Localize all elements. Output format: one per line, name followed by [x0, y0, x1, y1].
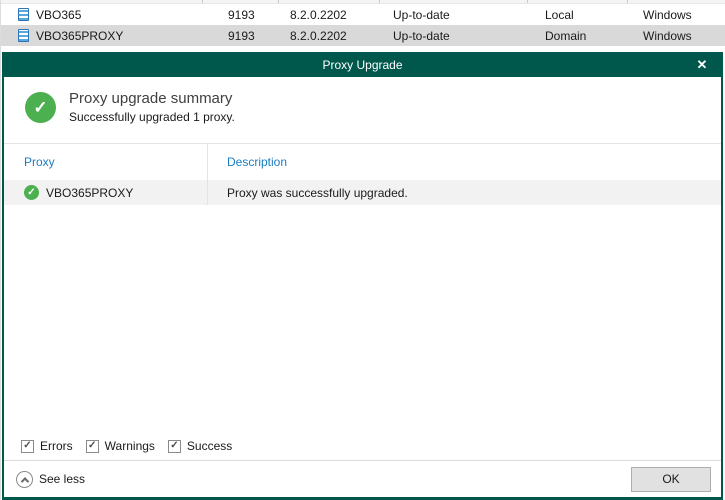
log-empty-area [4, 205, 721, 432]
close-icon[interactable]: ✕ [689, 52, 715, 77]
dialog-body: ✓ Proxy upgrade summary Successfully upg… [4, 77, 721, 497]
proxy-status: Up-to-date [379, 25, 527, 46]
proxy-status: Up-to-date [379, 4, 527, 25]
dialog-title: Proxy Upgrade [4, 58, 721, 72]
check-glyph: ✓ [33, 98, 47, 118]
summary-subtext: Successfully upgraded 1 proxy. [69, 110, 235, 124]
filter-label: Success [187, 439, 232, 453]
check-glyph: ✓ [27, 187, 35, 198]
filter-warnings[interactable]: ✓ Warnings [86, 439, 155, 453]
summary-heading: Proxy upgrade summary [69, 90, 235, 107]
summary-section: ✓ Proxy upgrade summary Successfully upg… [4, 77, 721, 143]
chevron-up-icon[interactable] [16, 471, 33, 488]
column-divider [627, 0, 628, 3]
table-header-remnant [0, 0, 725, 4]
filter-bar: ✓ Errors ✓ Warnings ✓ Success [4, 432, 721, 460]
column-header-proxy[interactable]: Proxy [4, 144, 208, 180]
proxy-name: VBO365PROXY [36, 29, 123, 43]
filter-errors[interactable]: ✓ Errors [21, 439, 73, 453]
proxy-location: Domain [527, 25, 627, 46]
see-less-label: See less [39, 472, 85, 486]
filter-label: Errors [40, 439, 73, 453]
window-edge [0, 0, 1, 500]
dialog-titlebar[interactable]: Proxy Upgrade ✕ [4, 52, 721, 77]
success-icon: ✓ [24, 185, 39, 200]
log-proxy-name: VBO365PROXY [46, 186, 133, 200]
filter-success[interactable]: ✓ Success [168, 439, 232, 453]
proxy-os: Windows [627, 4, 725, 25]
column-divider [202, 0, 203, 3]
proxy-name: VBO365 [36, 8, 81, 22]
success-icon: ✓ [25, 92, 56, 123]
proxy-os: Windows [627, 25, 725, 46]
table-row[interactable]: VBO365 9193 8.2.0.2202 Up-to-date Local … [0, 4, 725, 25]
proxy-port: 9193 [202, 25, 278, 46]
column-divider [527, 0, 528, 3]
checkbox-checked-icon[interactable]: ✓ [168, 440, 181, 453]
proxy-version: 8.2.0.2202 [278, 4, 379, 25]
table-row-selected[interactable]: VBO365PROXY 9193 8.2.0.2202 Up-to-date D… [0, 25, 725, 46]
log-grid-header: Proxy Description [4, 143, 721, 180]
column-header-description[interactable]: Description [208, 144, 721, 180]
proxy-version: 8.2.0.2202 [278, 25, 379, 46]
log-description: Proxy was successfully upgraded. [208, 180, 721, 205]
proxy-server-icon [18, 8, 29, 21]
proxy-port: 9193 [202, 4, 278, 25]
proxies-table: VBO365 9193 8.2.0.2202 Up-to-date Local … [0, 0, 725, 46]
column-divider [379, 0, 380, 3]
checkbox-checked-icon[interactable]: ✓ [21, 440, 34, 453]
checkbox-checked-icon[interactable]: ✓ [86, 440, 99, 453]
column-divider [278, 0, 279, 3]
proxy-server-icon [18, 29, 29, 42]
proxy-location: Local [527, 4, 627, 25]
dialog-footer: See less OK [4, 460, 721, 497]
filter-label: Warnings [105, 439, 155, 453]
ok-button[interactable]: OK [631, 467, 711, 492]
proxy-upgrade-dialog: Proxy Upgrade ✕ ✓ Proxy upgrade summary … [2, 52, 723, 500]
log-row[interactable]: ✓ VBO365PROXY Proxy was successfully upg… [4, 180, 721, 205]
see-less-toggle[interactable]: See less [16, 471, 85, 488]
